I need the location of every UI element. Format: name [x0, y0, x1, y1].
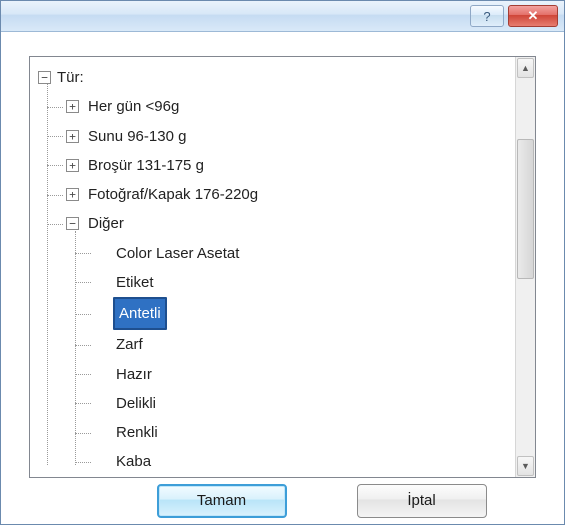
tree-leaf-spacer [94, 276, 107, 289]
tree-leaf-spacer [94, 307, 107, 320]
tree-item[interactable]: Antetli [94, 297, 511, 330]
scroll-up-button[interactable]: ▲ [517, 58, 534, 78]
expand-icon[interactable]: + [66, 100, 79, 113]
tree-leaf-spacer [94, 426, 107, 439]
scroll-thumb[interactable] [517, 139, 534, 279]
help-icon: ? [483, 9, 490, 24]
dialog-buttons: Tamam İptal [1, 478, 564, 525]
tree-category[interactable]: −Diğer [66, 209, 511, 238]
tree-item-label: Hazır [113, 360, 155, 389]
scroll-track[interactable] [516, 79, 535, 455]
collapse-icon[interactable]: − [38, 71, 51, 84]
tree-category-label: Broşür 131-175 g [85, 151, 207, 180]
tree-container: −Tür:+Her gün <96g+Sunu 96-130 g+Broşür … [29, 56, 536, 478]
tree-leaf-spacer [94, 247, 107, 260]
ok-button[interactable]: Tamam [157, 484, 287, 518]
vertical-scrollbar[interactable]: ▲ ▼ [515, 57, 535, 477]
tree-item-label: Etiket [113, 268, 157, 297]
tree-item-label: Zarf [113, 330, 146, 359]
dialog-window: ? ✕ −Tür:+Her gün <96g+Sunu 96-130 g+Bro… [0, 0, 565, 525]
tree-item-label: Renkli [113, 418, 161, 447]
tree-item[interactable]: Delikli [94, 389, 511, 418]
content-area: −Tür:+Her gün <96g+Sunu 96-130 g+Broşür … [1, 32, 564, 478]
tree-item[interactable]: Color Laser Asetat [94, 239, 511, 268]
tree-root-label: Tür: [54, 63, 87, 92]
tree-view[interactable]: −Tür:+Her gün <96g+Sunu 96-130 g+Broşür … [30, 57, 515, 477]
tree-item-label: Color Laser Asetat [113, 239, 242, 268]
tree-item-label: Kaba [113, 447, 154, 476]
tree-category-label: Diğer [85, 209, 127, 238]
tree-item[interactable]: Etiket [94, 268, 511, 297]
tree-category-label: Her gün <96g [85, 92, 182, 121]
close-icon: ✕ [528, 8, 539, 24]
tree-item-label: Delikli [113, 389, 159, 418]
expand-icon[interactable]: + [66, 130, 79, 143]
tree-item[interactable]: Renkli [94, 418, 511, 447]
tree-category-label: Fotoğraf/Kapak 176-220g [85, 180, 261, 209]
tree-item[interactable]: Kaba [94, 447, 511, 476]
tree-leaf-spacer [94, 455, 107, 468]
tree-category-label: Sunu 96-130 g [85, 122, 189, 151]
tree-leaf-spacer [94, 338, 107, 351]
tree-leaf-spacer [94, 397, 107, 410]
tree-category[interactable]: + Her gün <96g [66, 92, 511, 121]
expand-icon[interactable]: + [66, 159, 79, 172]
tree-category[interactable]: + Broşür 131-175 g [66, 151, 511, 180]
tree-leaf-spacer [94, 368, 107, 381]
expand-icon[interactable]: + [66, 188, 79, 201]
tree-item[interactable]: Zarf [94, 330, 511, 359]
tree-root-node[interactable]: −Tür: [38, 63, 511, 92]
scroll-down-button[interactable]: ▼ [517, 456, 534, 476]
tree-category[interactable]: + Fotoğraf/Kapak 176-220g [66, 180, 511, 209]
title-bar: ? ✕ [1, 1, 564, 32]
cancel-button[interactable]: İptal [357, 484, 487, 518]
close-button[interactable]: ✕ [508, 5, 558, 27]
tree-item-label: Antetli [113, 297, 167, 330]
tree-item[interactable]: Hazır [94, 360, 511, 389]
collapse-icon[interactable]: − [66, 217, 79, 230]
tree-category[interactable]: + Sunu 96-130 g [66, 122, 511, 151]
help-button[interactable]: ? [470, 5, 504, 27]
